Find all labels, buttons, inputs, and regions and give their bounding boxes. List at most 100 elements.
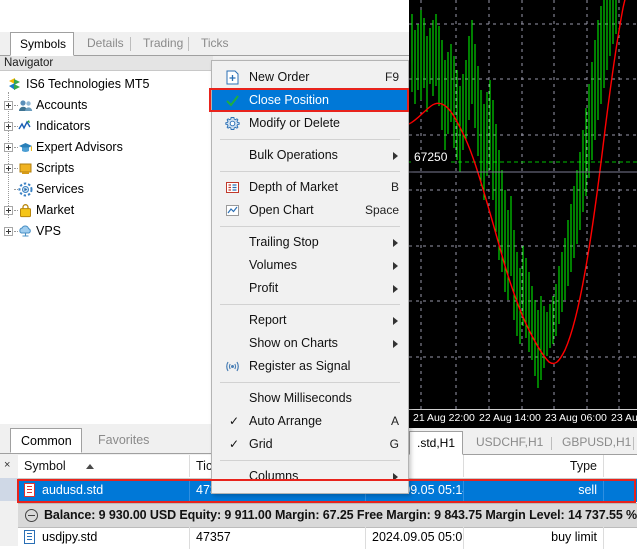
mt5-logo-icon [7, 77, 22, 92]
indicators-icon [18, 119, 33, 134]
tab-symbols[interactable]: Symbols [10, 32, 74, 56]
tab-common-label: Common [21, 434, 72, 448]
time-tick: 21 Aug 22:00 [413, 412, 475, 424]
expand-icon[interactable] [4, 206, 13, 215]
menu-item-bulk-operations[interactable]: Bulk Operations [212, 144, 408, 167]
menu-item-show-on-charts[interactable]: Show on Charts [212, 332, 408, 355]
balance-summary-text: Balance: 9 930.00 USD Equity: 9 911.00 M… [44, 508, 637, 522]
tree-item-market[interactable]: Market [0, 200, 213, 221]
checkmark-icon: ✓ [229, 437, 240, 451]
accounts-icon [18, 98, 33, 113]
menu-item-label: Modify or Delete [249, 116, 341, 130]
time-tick: 22 Aug 14:00 [479, 412, 541, 424]
menu-item-label: Grid [249, 437, 273, 451]
expand-icon[interactable] [4, 227, 13, 236]
tab-separator [130, 37, 131, 51]
menu-item-auto-arrange[interactable]: ✓ Auto Arrange A [212, 410, 408, 433]
tab-details[interactable]: Details [78, 32, 133, 56]
menu-item-shortcut: G [389, 437, 399, 451]
chart-tab-gbpusd[interactable]: GBPUSD,H1 [555, 431, 637, 455]
column-header-type[interactable]: Type [464, 455, 604, 477]
menu-item-register-as-signal[interactable]: Register as Signal [212, 355, 408, 378]
order-doc-icon [24, 530, 35, 544]
chevron-right-icon [393, 340, 398, 348]
tree-item-vps[interactable]: VPS [0, 221, 213, 242]
menu-item-shortcut: F9 [384, 70, 399, 84]
menu-item-label: Show on Charts [249, 336, 338, 350]
expand-icon[interactable] [4, 101, 13, 110]
chart-tab-usdchf[interactable]: USDCHF,H1 [469, 431, 550, 455]
menu-separator [220, 171, 400, 172]
expand-icon[interactable] [4, 164, 13, 173]
check-green-icon [225, 93, 240, 108]
menu-item-close-position[interactable]: Close Position [212, 89, 408, 112]
menu-item-profit[interactable]: Profit [212, 277, 408, 300]
menu-item-volumes[interactable]: Volumes [212, 254, 408, 277]
tree-item-label: Accounts [36, 98, 88, 112]
price-chart[interactable]: 67250 21 Aug 22:00 22 Aug 14:00 23 Aug 0… [409, 0, 637, 428]
menu-item-label: New Order [249, 70, 310, 84]
terminal-row-indicator [0, 478, 18, 501]
menu-item-show-milliseconds[interactable]: Show Milliseconds [212, 387, 408, 410]
cell-type-text: buy limit [551, 530, 597, 544]
tab-symbols-label: Symbols [20, 37, 67, 51]
cell-type: sell [464, 479, 604, 502]
tree-item-expert-advisors[interactable]: Expert Advisors [0, 137, 213, 158]
balance-summary-row: Balance: 9 930.00 USD Equity: 9 911.00 M… [18, 503, 637, 528]
tab-trading-label: Trading [143, 36, 184, 50]
expert-advisors-icon [18, 140, 33, 155]
tab-favorites-label: Favorites [98, 433, 150, 447]
context-menu[interactable]: New Order F9 Close Position Modify or De… [211, 60, 409, 494]
menu-separator [220, 460, 400, 461]
menu-item-grid[interactable]: ✓ Grid G [212, 433, 408, 456]
tree-item-indicators[interactable]: Indicators [0, 116, 213, 137]
chart-tab-active[interactable]: .std,H1 [409, 431, 464, 455]
column-header-label: Type [569, 459, 597, 473]
expand-icon[interactable] [4, 143, 13, 152]
tab-details-label: Details [87, 36, 124, 50]
menu-item-trailing-stop[interactable]: Trailing Stop [212, 231, 408, 254]
chevron-right-icon [393, 285, 398, 293]
tree-root: IS6 Technologies MT5 Accounts Indicators… [0, 71, 213, 242]
chevron-right-icon [393, 262, 398, 270]
menu-item-open-chart[interactable]: Open Chart Space [212, 199, 408, 222]
chart-tab-label: GBPUSD,H1 [562, 435, 632, 449]
cell-type-text: sell [578, 483, 597, 497]
menu-item-label: Trailing Stop [249, 235, 319, 249]
sort-ascending-icon [86, 464, 94, 469]
order-doc-icon [24, 483, 35, 497]
menu-item-modify-or-delete[interactable]: Modify or Delete [212, 112, 408, 135]
menu-item-new-order[interactable]: New Order F9 [212, 66, 408, 89]
menu-item-columns[interactable]: Columns [212, 465, 408, 488]
metatrader-window: Symbols Details Trading Ticks Navigator [0, 0, 637, 549]
market-icon [18, 203, 33, 218]
menu-separator [220, 139, 400, 140]
symbols-tabstrip: Symbols Details Trading Ticks [0, 32, 409, 56]
tree-item-label: Scripts [36, 161, 75, 175]
tab-ticks-label: Ticks [201, 36, 229, 50]
tree-item-is6-technologies[interactable]: IS6 Technologies MT5 [0, 74, 213, 95]
menu-item-label: Register as Signal [249, 359, 351, 373]
menu-item-report[interactable]: Report [212, 309, 408, 332]
tab-common[interactable]: Common [10, 428, 82, 453]
column-header-symbol[interactable]: Symbol [18, 455, 190, 477]
tab-favorites[interactable]: Favorites [88, 428, 159, 453]
cell-symbol-text: usdjpy.std [42, 530, 98, 544]
expand-icon[interactable] [4, 122, 13, 131]
chart-svg [409, 0, 637, 428]
menu-item-depth-of-market[interactable]: Depth of Market B [212, 176, 408, 199]
tab-trading[interactable]: Trading [134, 32, 192, 56]
tree-item-services[interactable]: Services [0, 179, 213, 200]
tree-item-label: Expert Advisors [36, 140, 123, 154]
column-header-label: Symbol [24, 459, 66, 473]
tree-item-label: Market [36, 203, 75, 217]
menu-separator [220, 382, 400, 383]
tree-item-scripts[interactable]: Scripts [0, 158, 213, 179]
tree-item-accounts[interactable]: Accounts [0, 95, 213, 116]
gear-icon [225, 116, 240, 131]
collapse-icon[interactable] [25, 509, 38, 522]
column-header-extra[interactable] [604, 455, 637, 477]
menu-item-label: Report [249, 313, 287, 327]
tab-ticks[interactable]: Ticks [192, 32, 238, 56]
close-icon[interactable]: × [4, 460, 10, 471]
